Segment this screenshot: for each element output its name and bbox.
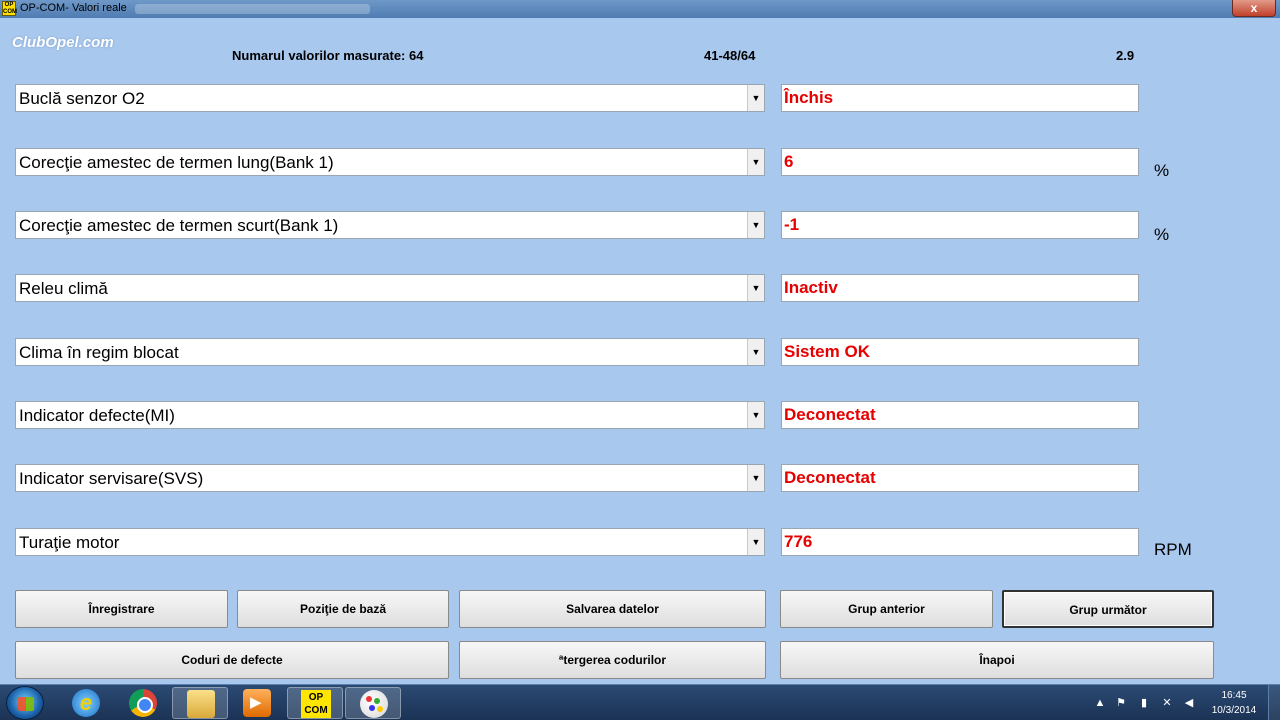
measured-values-count: Numarul valorilor masurate: 64 xyxy=(232,48,424,63)
parameter-label: Clima în regim blocat xyxy=(19,343,179,362)
palette-glyph-icon xyxy=(360,690,388,718)
taskbar: e OP COM ▲ ⚑ ▮ ✕ ◀ 16:45 10/3/2014 xyxy=(0,684,1280,720)
parameter-select-5[interactable]: Clima în regim blocat ▼ xyxy=(15,338,765,366)
fault-codes-button[interactable]: Coduri de defecte xyxy=(15,641,449,679)
value-field-7: Deconectat xyxy=(781,464,1139,492)
dropdown-arrow-icon[interactable]: ▼ xyxy=(747,529,764,555)
clock-date: 10/3/2014 xyxy=(1211,705,1257,716)
parameter-select-6[interactable]: Indicator defecte(MI) ▼ xyxy=(15,401,765,429)
parameter-label: Indicator defecte(MI) xyxy=(19,406,175,425)
window-title: OP-COM- Valori reale xyxy=(20,2,127,14)
clear-codes-button[interactable]: ªtergerea codurilor xyxy=(459,641,766,679)
opcom-glyph-icon: OP COM xyxy=(301,690,331,718)
value-field-1: Închis xyxy=(781,84,1139,112)
unit-label-2: % xyxy=(1154,161,1170,180)
explorer-icon[interactable] xyxy=(172,687,228,719)
folder-glyph-icon xyxy=(187,690,215,718)
base-position-button[interactable]: Poziţie de bază xyxy=(237,590,449,628)
start-icon[interactable] xyxy=(6,686,44,720)
parameter-label: Indicator servisare(SVS) xyxy=(19,469,204,488)
parameter-label: Turaţie motor xyxy=(19,533,120,552)
unit-label-3: % xyxy=(1154,225,1170,244)
ie-glyph-icon: e xyxy=(72,689,100,717)
paint-icon[interactable] xyxy=(345,687,401,719)
app-icon-text-bottom: COM xyxy=(3,9,17,15)
dropdown-arrow-icon[interactable]: ▼ xyxy=(747,339,764,365)
value-field-2: 6 xyxy=(781,148,1139,176)
parameter-select-8[interactable]: Turaţie motor ▼ xyxy=(15,528,765,556)
dropdown-arrow-icon[interactable]: ▼ xyxy=(747,212,764,238)
parameter-select-4[interactable]: Releu climă ▼ xyxy=(15,274,765,302)
opcom-icon[interactable]: OP COM xyxy=(287,687,343,719)
parameter-label: Corecţie amestec de termen scurt(Bank 1) xyxy=(19,216,339,235)
windows-flag-icon xyxy=(18,697,34,711)
close-button[interactable]: x xyxy=(1232,0,1276,17)
chrome-icon[interactable] xyxy=(115,687,171,719)
dropdown-arrow-icon[interactable]: ▼ xyxy=(747,402,764,428)
ie-icon[interactable]: e xyxy=(58,687,114,719)
media-glyph-icon xyxy=(243,689,271,717)
next-group-button[interactable]: Grup următor xyxy=(1002,590,1214,628)
dropdown-arrow-icon[interactable]: ▼ xyxy=(747,149,764,175)
parameter-select-3[interactable]: Corecţie amestec de termen scurt(Bank 1)… xyxy=(15,211,765,239)
parameter-select-2[interactable]: Corecţie amestec de termen lung(Bank 1) … xyxy=(15,148,765,176)
record-button[interactable]: Înregistrare xyxy=(15,590,228,628)
show-desktop-button[interactable] xyxy=(1268,685,1280,720)
value-field-5: Sistem OK xyxy=(781,338,1139,366)
parameter-label: Buclă senzor O2 xyxy=(19,89,145,108)
previous-group-button[interactable]: Grup anterior xyxy=(780,590,993,628)
clock-time: 16:45 xyxy=(1221,690,1247,701)
title-obscured-area xyxy=(135,4,370,14)
media-player-icon[interactable] xyxy=(229,687,285,719)
back-button[interactable]: Înapoi xyxy=(780,641,1214,679)
network-icon[interactable]: ✕ xyxy=(1160,696,1174,710)
value-field-3: -1 xyxy=(781,211,1139,239)
value-field-8: 776 xyxy=(781,528,1139,556)
save-data-button[interactable]: Salvarea datelor xyxy=(459,590,766,628)
parameter-label: Releu climă xyxy=(19,279,108,298)
action-center-icon[interactable]: ⚑ xyxy=(1114,696,1128,710)
version-label: 2.9 xyxy=(1116,48,1135,63)
value-field-6: Deconectat xyxy=(781,401,1139,429)
chrome-glyph-icon xyxy=(129,689,157,717)
title-bar[interactable]: OP COM OP-COM- Valori reale x xyxy=(0,0,1280,18)
group-range: 41-48/64 xyxy=(704,48,756,63)
parameter-select-7[interactable]: Indicator servisare(SVS) ▼ xyxy=(15,464,765,492)
dropdown-arrow-icon[interactable]: ▼ xyxy=(747,275,764,301)
dropdown-arrow-icon[interactable]: ▼ xyxy=(747,465,764,491)
parameter-select-1[interactable]: Buclă senzor O2 ▼ xyxy=(15,84,765,112)
app-icon-text-top: OP xyxy=(4,2,14,8)
volume-icon[interactable]: ◀ xyxy=(1182,696,1196,710)
opcom-label-bottom: COM xyxy=(304,705,328,716)
opcom-label-top: OP xyxy=(308,692,324,703)
unit-label-8: RPM xyxy=(1154,540,1192,559)
parameter-label: Corecţie amestec de termen lung(Bank 1) xyxy=(19,153,334,172)
system-clock[interactable]: 16:45 10/3/2014 xyxy=(1204,688,1264,718)
dropdown-arrow-icon[interactable]: ▼ xyxy=(747,85,764,111)
battery-icon[interactable]: ▮ xyxy=(1137,696,1151,710)
clubopel-logo: ClubOpel.com xyxy=(12,34,114,51)
value-field-4: Inactiv xyxy=(781,274,1139,302)
opcom-app-icon: OP COM xyxy=(2,1,17,16)
tray-expand-icon[interactable]: ▲ xyxy=(1093,696,1107,710)
